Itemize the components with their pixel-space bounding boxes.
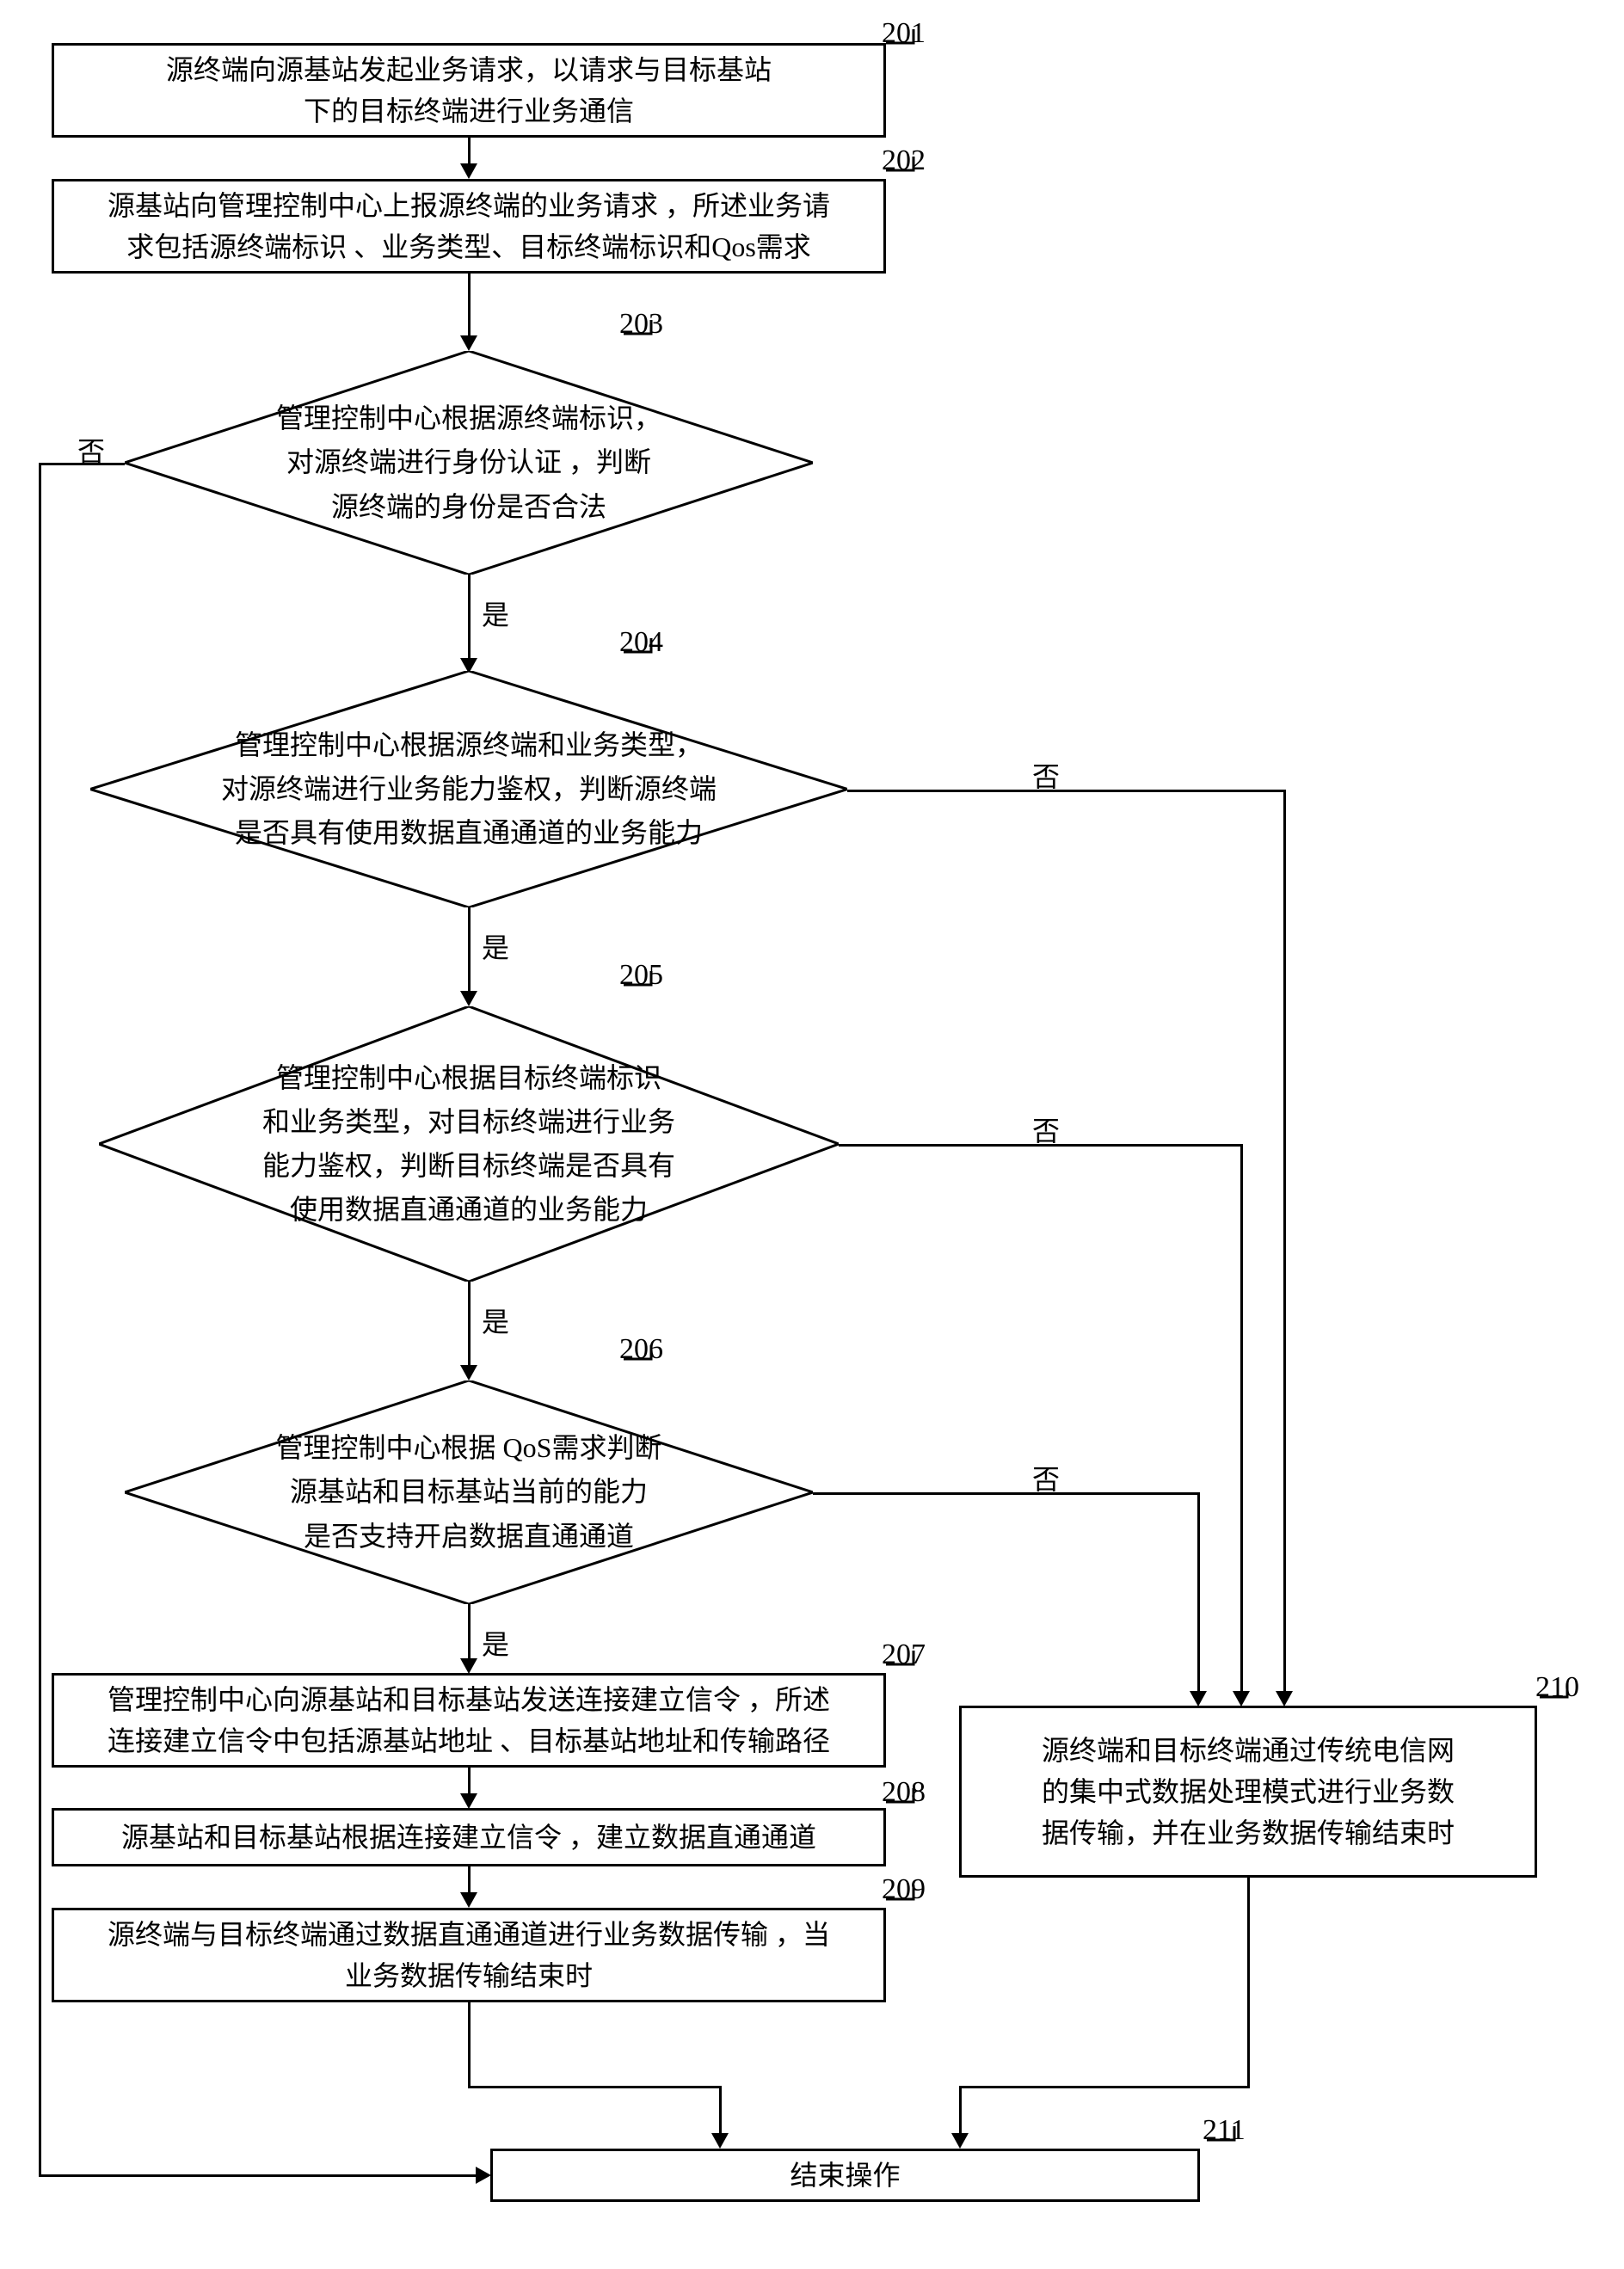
step-203-hook <box>624 320 658 351</box>
arrow-201-202-head <box>460 163 477 179</box>
step-207-text: 管理控制中心向源基站和目标基站发送连接建立信令 ，所述 连接建立信令中包括源基站… <box>108 1679 830 1762</box>
line-209-211-v2 <box>719 2086 722 2137</box>
step-202-hook <box>886 157 920 188</box>
flowchart: 201 源终端向源基站发起业务请求，以请求与目标基站 下的目标终端进行业务通信 … <box>17 17 1607 2252</box>
step-208-box: 源基站和目标基站根据连接建立信令 ，建立数据直通通道 <box>52 1808 886 1866</box>
step-209-text: 源终端与目标终端通过数据直通通道进行业务数据传输 ，当 业务数据传输结束时 <box>108 1914 830 1996</box>
label-204-yes: 是 <box>482 926 509 966</box>
line-203-no-h <box>39 463 125 465</box>
step-207-box: 管理控制中心向源基站和目标基站发送连接建立信令 ，所述 连接建立信令中包括源基站… <box>52 1673 886 1768</box>
arrow-204-no-head <box>1276 1691 1293 1706</box>
step-211-hook <box>1207 2126 1241 2157</box>
step-201-text: 源终端向源基站发起业务请求，以请求与目标基站 下的目标终端进行业务通信 <box>166 49 772 132</box>
arrow-205-206 <box>468 1282 471 1372</box>
line-205-no-h <box>839 1144 1243 1147</box>
step-206-text: 管理控制中心根据 QoS需求判断 源基站和目标基站当前的能力 是否支持开启数据直… <box>207 1426 731 1559</box>
arrow-205-206-head <box>460 1365 477 1380</box>
step-202-text: 源基站向管理控制中心上报源终端的业务请求 ，所述业务请 求包括源终端标识 、业务… <box>108 185 830 267</box>
arrow-209-211-head <box>711 2133 729 2149</box>
step-207-hook <box>886 1651 920 1682</box>
line-203-no-h2 <box>39 2174 477 2177</box>
label-203-yes: 是 <box>482 593 509 633</box>
step-205-hook <box>624 971 658 1002</box>
step-211-text: 结束操作 <box>790 2155 900 2196</box>
step-201-hook <box>886 29 920 60</box>
arrow-206-no-head <box>1190 1691 1207 1706</box>
arrow-204-205-head <box>460 991 477 1006</box>
line-206-no-h <box>813 1492 1200 1495</box>
step-201-box: 源终端向源基站发起业务请求，以请求与目标基站 下的目标终端进行业务通信 <box>52 43 886 138</box>
step-210-text: 源终端和目标终端通过传统电信网 的集中式数据处理模式进行业务数 据传输，并在业务… <box>1042 1730 1455 1854</box>
step-205-diamond: 管理控制中心根据目标终端标识 和业务类型，对目标终端进行业务 能力鉴权，判断目标… <box>99 1006 839 1282</box>
arrow-202-203-head <box>460 335 477 351</box>
step-203-text: 管理控制中心根据源终端标识， 对源终端进行身份认证 ，判断 源终端的身份是否合法 <box>207 397 730 529</box>
step-204-text: 管理控制中心根据源终端和业务类型， 对源终端进行业务能力鉴权，判断源终端 是否具… <box>152 723 785 856</box>
arrow-202-203 <box>468 274 471 338</box>
step-209-box: 源终端与目标终端通过数据直通通道进行业务数据传输 ，当 业务数据传输结束时 <box>52 1908 886 2002</box>
step-206-diamond: 管理控制中心根据 QoS需求判断 源基站和目标基站当前的能力 是否支持开启数据直… <box>125 1380 813 1604</box>
line-204-no-v <box>1283 790 1286 1694</box>
arrow-203-204 <box>468 575 471 665</box>
arrow-207-208-head <box>460 1793 477 1809</box>
arrow-208-209-head <box>460 1892 477 1908</box>
line-210-211-h <box>959 2086 1250 2088</box>
step-202-box: 源基站向管理控制中心上报源终端的业务请求 ，所述业务请 求包括源终端标识 、业务… <box>52 179 886 274</box>
step-204-hook <box>624 638 658 669</box>
label-206-yes: 是 <box>482 1623 509 1663</box>
arrow-203-no-head <box>476 2167 491 2184</box>
step-204-diamond: 管理控制中心根据源终端和业务类型， 对源终端进行业务能力鉴权，判断源终端 是否具… <box>90 671 847 907</box>
line-209-211-h <box>468 2086 722 2088</box>
line-210-211-v <box>1247 1878 1250 2088</box>
line-209-211-v <box>468 2002 471 2088</box>
step-211-box: 结束操作 <box>490 2149 1200 2202</box>
arrow-206-207-head <box>460 1658 477 1674</box>
step-210-hook <box>1540 1683 1574 1714</box>
step-209-hook <box>886 1885 920 1916</box>
step-208-text: 源基站和目标基站根据连接建立信令 ，建立数据直通通道 <box>121 1817 816 1858</box>
arrow-204-205 <box>468 907 471 998</box>
line-203-no-v <box>39 463 41 2176</box>
step-203-diamond: 管理控制中心根据源终端标识， 对源终端进行身份认证 ，判断 源终端的身份是否合法 <box>125 351 813 575</box>
line-206-no-v <box>1197 1492 1200 1694</box>
arrow-205-no-head <box>1233 1691 1250 1706</box>
arrow-210-211-head <box>951 2133 969 2149</box>
step-210-box: 源终端和目标终端通过传统电信网 的集中式数据处理模式进行业务数 据传输，并在业务… <box>959 1706 1537 1878</box>
step-208-hook <box>886 1788 920 1819</box>
step-206-hook <box>624 1345 658 1376</box>
step-205-text: 管理控制中心根据目标终端标识 和业务类型，对目标终端进行业务 能力鉴权，判断目标… <box>194 1056 744 1233</box>
arrow-206-207 <box>468 1604 471 1664</box>
line-204-no-h <box>847 790 1286 792</box>
line-205-no-v <box>1240 1144 1243 1694</box>
line-210-211-v2 <box>959 2086 962 2137</box>
label-205-yes: 是 <box>482 1301 509 1340</box>
